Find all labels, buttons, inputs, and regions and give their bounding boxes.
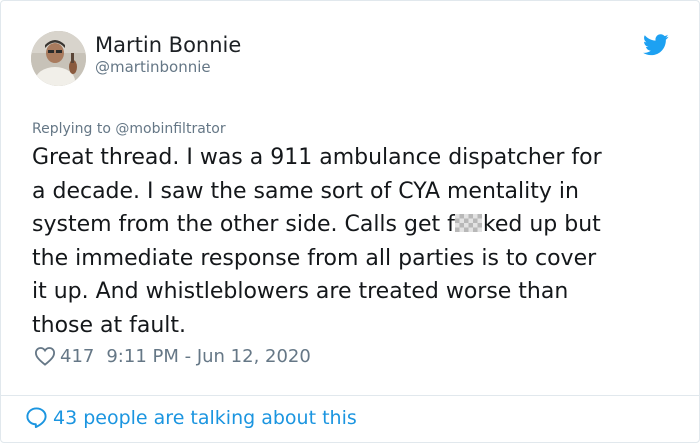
tweet-line: it up. And whistleblowers are treated wo… [32, 279, 569, 304]
author-name[interactable]: Martin Bonnie [95, 33, 241, 57]
tweet-card[interactable]: Martin Bonnie @martinbonnie Replying to … [0, 0, 700, 443]
tweet-timestamp[interactable]: 9:11 PM - Jun 12, 2020 [106, 346, 310, 367]
avatar-image [31, 31, 86, 86]
tweet-meta: 417 9:11 PM - Jun 12, 2020 [34, 344, 311, 368]
censor-pixelation [454, 214, 482, 232]
divider [1, 395, 699, 396]
tweet-line-part: ked up but [482, 212, 601, 237]
tweet-line-part: system from the other side. Calls get f [32, 212, 455, 237]
conversation-text[interactable]: 43 people are talking about this [53, 407, 357, 429]
twitter-bird-icon[interactable] [643, 34, 669, 56]
replying-prefix: Replying to [32, 121, 116, 137]
like-count[interactable]: 417 [60, 346, 94, 367]
tweet-line: Great thread. I was a 911 ambulance disp… [32, 145, 602, 170]
tweet-text: Great thread. I was a 911 ambulance disp… [32, 141, 682, 342]
tweet-line: those at fault. [32, 312, 187, 338]
reply-mention-link[interactable]: @mobinfiltrator [115, 121, 225, 137]
author-handle[interactable]: @martinbonnie [95, 58, 211, 76]
tweet-line: system from the other side. Calls get f k… [32, 208, 682, 242]
conversation-link[interactable]: 43 people are talking about this [25, 406, 357, 429]
avatar[interactable] [31, 31, 86, 86]
tweet-line: the immediate response from all parties … [32, 245, 597, 271]
heart-icon[interactable] [34, 346, 56, 366]
speech-bubble-icon [26, 407, 47, 429]
replying-to: Replying to @mobinfiltrator [32, 120, 226, 138]
tweet-line: a decade. I saw the same sort of CYA men… [32, 178, 579, 204]
